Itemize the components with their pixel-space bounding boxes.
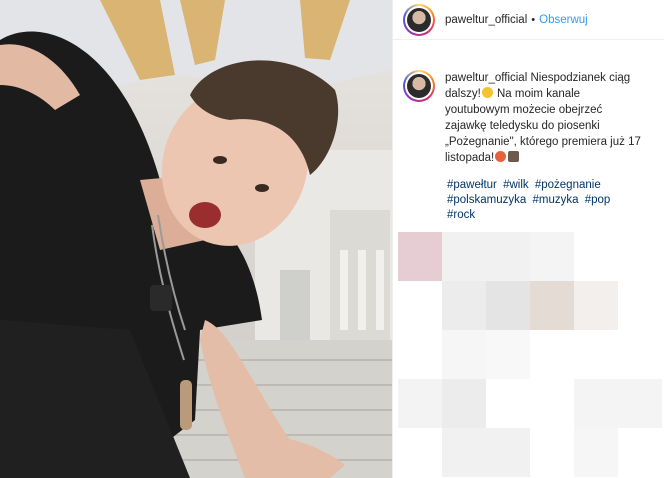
hashtag-link[interactable]: #wilk (503, 179, 529, 191)
blurred-pixel (574, 428, 618, 477)
blurred-pixel (530, 379, 574, 428)
blurred-comments (398, 232, 664, 478)
caption-avatar[interactable] (403, 70, 435, 102)
blurred-pixel (486, 428, 530, 477)
blurred-pixel (442, 330, 486, 379)
blurred-pixel (530, 330, 574, 379)
blurred-pixel (486, 281, 530, 330)
avatar-ring (405, 5, 433, 34)
blurred-pixel (530, 428, 574, 477)
blurred-pixel (486, 330, 530, 379)
blurred-pixel (398, 232, 442, 281)
smiling-face-with-sunglasses-icon (481, 87, 493, 98)
caption: paweltur_official Niespodzianek ciąg dal… (393, 40, 664, 166)
blurred-pixel (530, 232, 574, 281)
blurred-pixel (574, 379, 618, 428)
header-username-link[interactable]: paweltur_official (445, 14, 527, 26)
blurred-pixel (574, 330, 618, 379)
blurred-pixel (574, 232, 618, 281)
caption-username-link[interactable]: paweltur_official (445, 72, 527, 84)
blurred-pixel (398, 379, 442, 428)
post-photo[interactable] (0, 0, 392, 478)
blurred-pixel (618, 232, 662, 281)
blurred-pixel (398, 281, 442, 330)
hashtag-link[interactable]: #pożegnanie (535, 179, 601, 191)
hashtag-link[interactable]: #polskamuzyka (447, 194, 526, 206)
hashtag-link[interactable]: #rock (447, 209, 475, 221)
caption-text: paweltur_official Niespodzianek ciąg dal… (445, 70, 645, 166)
follow-button[interactable]: Obserwuj (539, 14, 588, 26)
blurred-pixel (618, 428, 662, 477)
hashtag-list: #pawełtur #wilk #pożegnanie #polskamuzyk… (393, 166, 638, 223)
blurred-pixel (618, 379, 662, 428)
post-photo-illustration (0, 0, 392, 478)
avatar[interactable] (403, 3, 435, 36)
blurred-pixel (442, 232, 486, 281)
caption-avatar-image (407, 74, 431, 98)
post-header: paweltur_official • Obserwuj (393, 0, 664, 40)
hashtag-link[interactable]: #pawełtur (447, 179, 497, 191)
separator-dot: • (531, 13, 536, 26)
blurred-pixel (442, 379, 486, 428)
blurred-pixel (442, 428, 486, 477)
blurred-pixel (442, 281, 486, 330)
hashtag-link[interactable]: #pop (585, 194, 611, 206)
hashtag-link[interactable]: #muzyka (532, 194, 578, 206)
blurred-pixel (574, 281, 618, 330)
blurred-pixel (486, 232, 530, 281)
blurred-pixel (398, 428, 442, 477)
person-icon (508, 151, 520, 162)
heart-eyes-face-icon (495, 151, 507, 162)
blurred-pixel (618, 281, 662, 330)
caption-avatar-ring (405, 72, 433, 100)
blurred-pixel (618, 330, 662, 379)
avatar-image (407, 7, 431, 32)
blurred-pixel (530, 281, 574, 330)
blurred-pixel (398, 330, 442, 379)
blurred-pixel (486, 379, 530, 428)
